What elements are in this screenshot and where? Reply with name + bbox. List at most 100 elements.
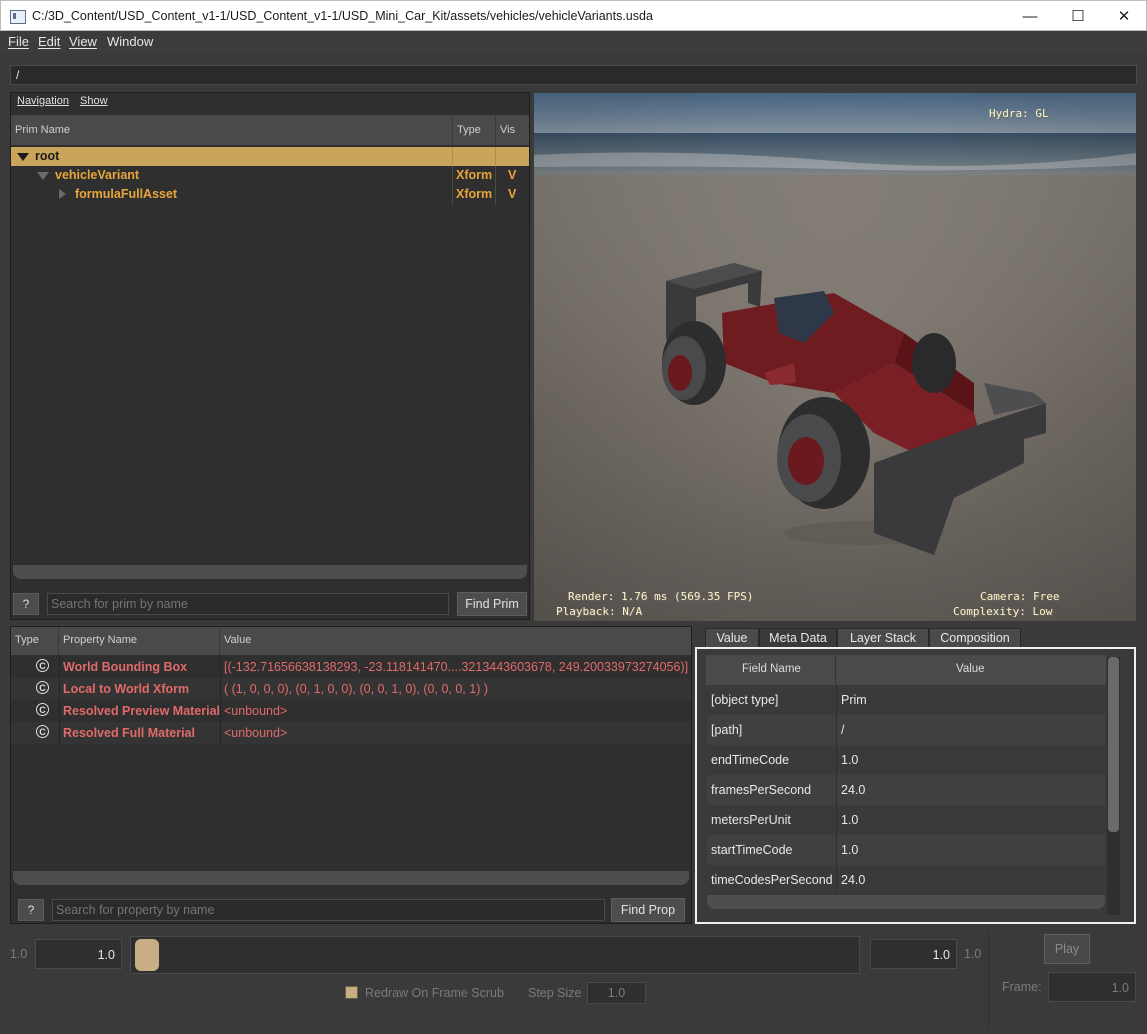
metadata-row[interactable]: framesPerSecond 24.0 (707, 775, 1105, 805)
field-name: metersPerUnit (711, 813, 791, 827)
tab-value[interactable]: Value (705, 628, 759, 648)
prim-help-button[interactable]: ? (13, 593, 39, 615)
field-name: timeCodesPerSecond (711, 873, 833, 887)
redraw-checkbox[interactable] (345, 986, 358, 999)
field-name: framesPerSecond (711, 783, 812, 797)
metadata-row[interactable]: timeCodesPerSecond 24.0 (707, 865, 1105, 895)
field-value: 24.0 (841, 783, 866, 797)
property-help-button[interactable]: ? (18, 899, 44, 921)
scrollbar-thumb[interactable] (1108, 657, 1119, 832)
property-row[interactable]: C World Bounding Box [(-132.716566381382… (11, 656, 691, 678)
prim-type: Xform (456, 187, 493, 201)
field-name: endTimeCode (711, 753, 790, 767)
frame-field[interactable]: 1.0 (1048, 972, 1136, 1002)
tab-layer-stack[interactable]: Layer Stack (837, 628, 929, 648)
prim-vis[interactable]: V (508, 185, 516, 204)
menu-edit[interactable]: Edit (38, 34, 60, 49)
field-name: [object type] (711, 693, 779, 707)
menu-view[interactable]: View (69, 34, 97, 49)
field-name: [path] (711, 723, 743, 737)
property-name-column-header[interactable]: Property Name (59, 627, 220, 655)
field-name-column-header[interactable]: Field Name (742, 663, 801, 675)
type-column-header[interactable]: Type (453, 115, 496, 145)
menu-bar: File Edit View Window (0, 31, 1147, 53)
tree-row-formula-full-asset[interactable]: formulaFullAsset Xform V (11, 185, 529, 204)
prim-vis[interactable]: V (508, 166, 516, 185)
tab-composition[interactable]: Composition (929, 628, 1021, 648)
hydra-label: Hydra: GL (989, 107, 1049, 120)
property-row[interactable]: C Local to World Xform ( (1, 0, 0, 0), (… (11, 678, 691, 700)
expand-arrow-icon[interactable] (37, 172, 49, 180)
expand-arrow-icon[interactable] (17, 153, 29, 161)
field-value: / (841, 723, 845, 737)
find-prop-button[interactable]: Find Prop (611, 898, 685, 922)
navigation-menu[interactable]: Navigation (17, 95, 69, 107)
metadata-vertical-scrollbar[interactable] (1107, 657, 1120, 915)
computed-property-icon: C (36, 725, 49, 738)
prim-browser-panel: Navigation Show Prim Name Type Vis root … (10, 92, 530, 620)
property-horizontal-scrollbar[interactable] (13, 871, 689, 885)
range-end-label: 1.0 (964, 947, 982, 961)
step-size-label: Step Size (528, 986, 582, 1000)
tab-meta-data[interactable]: Meta Data (759, 628, 837, 648)
type-column-header[interactable]: Type (11, 627, 59, 655)
vis-column-header[interactable]: Vis (496, 115, 529, 145)
value-column-header[interactable]: Value (220, 627, 691, 655)
computed-property-icon: C (36, 703, 49, 716)
menu-file[interactable]: File (8, 34, 29, 49)
prim-search-input[interactable] (47, 593, 449, 615)
metadata-row[interactable]: startTimeCode 1.0 (707, 835, 1105, 865)
property-row[interactable]: C Resolved Full Material <unbound> (11, 722, 691, 744)
property-value: <unbound> (224, 704, 288, 718)
field-value: 1.0 (841, 813, 859, 827)
complexity-label: Complexity: Low (953, 605, 1053, 618)
prim-name: formulaFullAsset (75, 187, 178, 201)
metadata-header: Field Name Value (706, 655, 1106, 685)
frame-slider-handle[interactable] (135, 939, 159, 971)
metadata-horizontal-scrollbar[interactable] (707, 895, 1105, 909)
prim-name: vehicleVariant (55, 168, 140, 182)
metadata-row[interactable]: [object type] Prim (707, 685, 1105, 715)
property-name: Local to World Xform (63, 682, 190, 696)
field-value: 1.0 (841, 843, 859, 857)
prim-path-field[interactable]: / (10, 65, 1137, 85)
close-button[interactable]: ✕ (1101, 1, 1147, 31)
metadata-row[interactable]: [path] / (707, 715, 1105, 745)
prim-name-column-header[interactable]: Prim Name (11, 115, 453, 145)
play-button[interactable]: Play (1044, 934, 1090, 964)
menu-window[interactable]: Window (107, 34, 153, 49)
tree-row-vehicle-variant[interactable]: vehicleVariant Xform V (11, 166, 529, 185)
property-row[interactable]: C Resolved Preview Material <unbound> (11, 700, 691, 722)
metadata-row[interactable]: metersPerUnit 1.0 (707, 805, 1105, 835)
computed-property-icon: C (36, 681, 49, 694)
property-search-input[interactable] (52, 899, 605, 921)
stage-viewport[interactable]: Hydra: GL Render: 1.76 ms (569.35 FPS) P… (534, 93, 1136, 621)
value-column-header[interactable]: Value (956, 663, 985, 675)
collapsed-arrow-icon[interactable] (59, 189, 66, 199)
playback-stats: Playback: N/A (556, 605, 643, 618)
tree-row-root[interactable]: root (11, 147, 529, 166)
title-bar: C:/3D_Content/USD_Content_v1-1/USD_Conte… (0, 0, 1147, 31)
metadata-row[interactable]: endTimeCode 1.0 (707, 745, 1105, 775)
start-time-field[interactable]: 1.0 (35, 939, 122, 969)
attribute-inspector-panel: Value Meta Data Layer Stack Composition … (695, 626, 1136, 924)
show-menu[interactable]: Show (80, 95, 108, 107)
minimize-button[interactable]: — (1007, 1, 1053, 31)
maximize-button[interactable]: ☐ (1055, 1, 1101, 31)
find-prim-button[interactable]: Find Prim (457, 592, 527, 616)
camera-label: Camera: Free (980, 590, 1060, 603)
frame-slider-track[interactable] (130, 936, 860, 974)
prim-name: root (35, 149, 60, 163)
property-name: Resolved Full Material (63, 726, 195, 740)
property-name: World Bounding Box (63, 660, 188, 674)
step-size-field[interactable]: 1.0 (587, 982, 646, 1004)
app-icon (10, 10, 26, 24)
end-time-field[interactable]: 1.0 (870, 939, 957, 969)
metadata-table: Field Name Value [object type] Prim [pat… (695, 647, 1136, 924)
property-value: [(-132.71656638138293, -23.118141470....… (224, 660, 689, 674)
field-name: startTimeCode (711, 843, 793, 857)
property-value: ( (1, 0, 0, 0), (0, 1, 0, 0), (0, 0, 1, … (224, 682, 488, 696)
field-value: 1.0 (841, 753, 859, 767)
render-stats: Render: 1.76 ms (569.35 FPS) (568, 590, 754, 603)
tree-horizontal-scrollbar[interactable] (13, 565, 527, 579)
